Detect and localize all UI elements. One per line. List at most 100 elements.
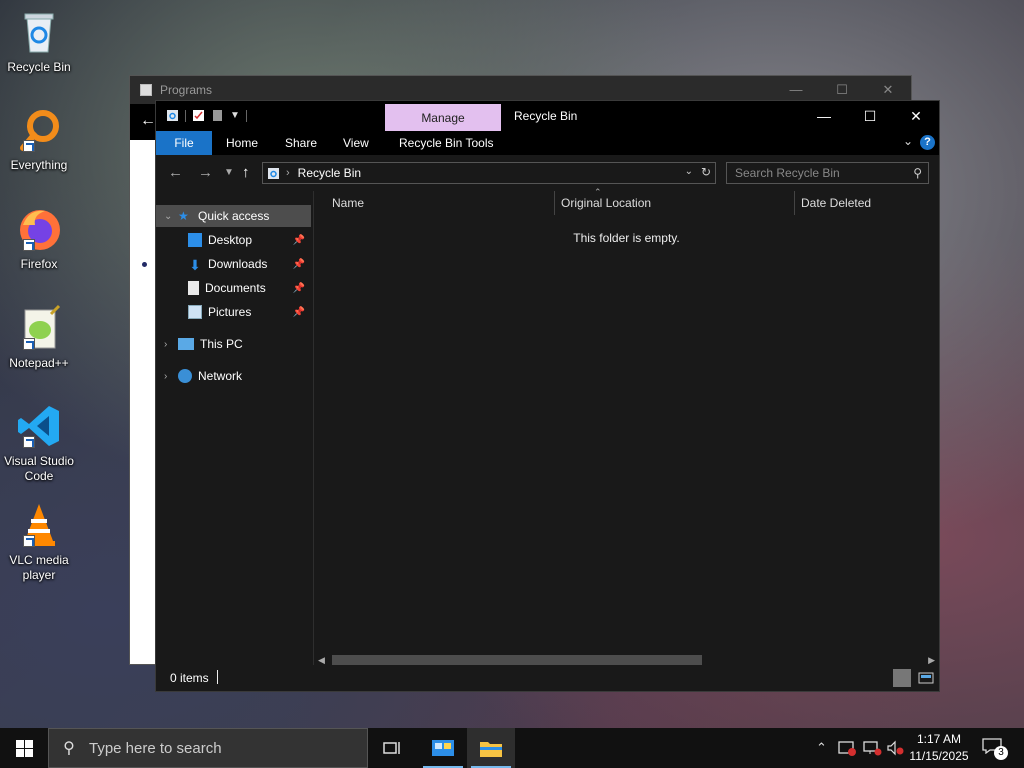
back-arrow-icon[interactable]: ←: [140, 112, 156, 130]
network-status-icon[interactable]: [862, 728, 882, 768]
quick-access-toolbar: ▼: [166, 109, 247, 122]
breadcrumb-recycle-bin[interactable]: Recycle Bin: [298, 166, 361, 180]
back-button[interactable]: ←: [168, 164, 183, 181]
breadcrumb-chevron-icon[interactable]: ›: [286, 167, 290, 179]
bullet-dot: [142, 262, 147, 267]
start-button[interactable]: [0, 728, 48, 768]
show-hidden-icons-button[interactable]: ⌃: [816, 728, 827, 768]
properties-icon[interactable]: [192, 109, 205, 122]
recycle-bin-icon: [15, 8, 63, 56]
empty-folder-message: This folder is empty.: [573, 231, 680, 245]
large-icons-view-icon[interactable]: [917, 669, 935, 687]
pin-icon[interactable]: 📌: [293, 259, 305, 270]
recycle-bin-small-icon: [268, 167, 279, 179]
recycle-bin-window[interactable]: ▼ Manage Recycle Bin — ☐ ✕ File Home Sha…: [155, 100, 940, 692]
column-separator[interactable]: [794, 191, 795, 215]
clock-time: 1:17 AM: [916, 732, 962, 746]
chevron-down-icon[interactable]: ⌄: [903, 134, 913, 148]
network-icon: [178, 369, 192, 383]
desktop-icon-recycle-bin[interactable]: Recycle Bin: [4, 8, 74, 75]
chevron-right-icon[interactable]: ›: [164, 371, 178, 382]
search-input[interactable]: Search Recycle Bin ⚲: [726, 162, 929, 184]
taskbar-app-file-explorer[interactable]: [467, 728, 515, 768]
address-dropdown-icon[interactable]: ⌄: [685, 166, 693, 177]
pin-icon[interactable]: 📌: [293, 307, 305, 318]
tab-home[interactable]: Home: [226, 131, 258, 155]
vlc-icon: [15, 501, 63, 549]
tab-view[interactable]: View: [343, 131, 369, 155]
security-icon[interactable]: [838, 728, 856, 768]
task-view-button[interactable]: [368, 728, 416, 768]
file-explorer-icon: [480, 742, 502, 757]
nav-item-label: Quick access: [198, 209, 270, 223]
nav-item-label: Network: [198, 369, 243, 383]
customize-toolbar-icon[interactable]: ▼: [230, 110, 240, 121]
tab-file[interactable]: File: [156, 131, 212, 155]
programs-close-button[interactable]: ✕: [865, 82, 911, 98]
pin-icon[interactable]: 📌: [293, 283, 305, 294]
nav-item-this-pc[interactable]: › This PC: [164, 333, 311, 355]
maximize-button[interactable]: ☐: [847, 101, 893, 131]
column-header-name[interactable]: Name: [332, 191, 364, 215]
notification-count-badge: 3: [994, 746, 1008, 760]
file-list[interactable]: ⌃ Name Original Location Date Deleted Th…: [314, 187, 939, 665]
manage-tab[interactable]: Manage: [385, 104, 501, 132]
column-separator[interactable]: [554, 191, 555, 215]
nav-item-pictures[interactable]: Pictures 📌: [188, 301, 311, 323]
taskbar-app-control-panel[interactable]: [419, 728, 467, 768]
details-view-icon[interactable]: [893, 669, 911, 687]
clock-date: 11/15/2025: [909, 749, 969, 763]
document-icon: [188, 281, 199, 295]
recent-locations-button[interactable]: ▼: [224, 167, 234, 178]
programs-minimize-button[interactable]: —: [773, 82, 819, 98]
system-clock[interactable]: 1:17 AM 11/15/2025: [908, 731, 970, 765]
forward-button[interactable]: →: [198, 164, 213, 181]
refresh-icon[interactable]: ↻: [701, 165, 711, 179]
nav-item-network[interactable]: › Network: [164, 365, 311, 387]
shortcut-arrow-icon: [23, 140, 35, 152]
column-header-original-location[interactable]: Original Location: [561, 191, 651, 215]
item-count: 0 items: [170, 671, 209, 685]
chevron-down-icon[interactable]: ⌄: [164, 211, 178, 222]
desktop-icon-vlc[interactable]: VLC media player: [4, 501, 74, 583]
minimize-button[interactable]: —: [801, 101, 847, 131]
pin-icon[interactable]: 📌: [293, 235, 305, 246]
new-folder-icon[interactable]: [211, 109, 224, 122]
nav-item-quick-access[interactable]: ⌄ ★ Quick access: [156, 205, 311, 227]
address-field[interactable]: › Recycle Bin ⌄ ↻: [262, 162, 716, 184]
desktop-icon-everything[interactable]: Everything: [4, 106, 74, 173]
notepadpp-icon: [15, 304, 63, 352]
nav-item-label: Documents: [205, 281, 266, 295]
volume-muted-icon[interactable]: [886, 728, 904, 768]
shortcut-arrow-icon: [23, 338, 35, 350]
programs-maximize-button[interactable]: ☐: [819, 82, 865, 98]
up-button[interactable]: ↑: [242, 164, 250, 181]
chevron-right-icon[interactable]: ›: [164, 339, 178, 350]
search-icon: ⚲: [63, 740, 75, 757]
tab-share[interactable]: Share: [285, 131, 317, 155]
control-panel-icon: [432, 740, 454, 756]
search-placeholder: Search Recycle Bin: [735, 166, 840, 180]
nav-item-documents[interactable]: Documents 📌: [188, 277, 311, 299]
window-titlebar[interactable]: ▼ Manage Recycle Bin — ☐ ✕: [156, 101, 939, 132]
taskbar-search-box[interactable]: ⚲ Type here to search: [48, 728, 368, 768]
nav-item-downloads[interactable]: ⬇ Downloads 📌: [188, 253, 311, 275]
notification-center-button[interactable]: 3: [982, 738, 1008, 760]
recycle-bin-small-icon[interactable]: [166, 109, 179, 122]
tab-recycle-bin-tools[interactable]: Recycle Bin Tools: [399, 131, 494, 155]
desktop-icon-notepadpp[interactable]: Notepad++: [4, 304, 74, 371]
desktop-icon-vscode[interactable]: Visual Studio Code: [4, 402, 74, 484]
help-icon[interactable]: ?: [920, 135, 935, 150]
taskbar: ⚲ Type here to search ⌃ 1:17 AM 11/15/20…: [0, 728, 1024, 768]
nav-item-label: This PC: [200, 337, 243, 351]
close-button[interactable]: ✕: [893, 101, 939, 131]
desktop-icon-firefox[interactable]: Firefox: [4, 205, 74, 272]
desktop-folder-icon: [188, 233, 202, 247]
column-header-date-deleted[interactable]: Date Deleted: [801, 191, 871, 215]
nav-item-desktop[interactable]: Desktop 📌: [188, 229, 311, 251]
desktop-icon-label: Notepad++: [9, 356, 69, 370]
status-bar: 0 items: [156, 665, 939, 691]
download-arrow-icon: ⬇: [189, 257, 201, 273]
pictures-icon: [188, 305, 202, 319]
everything-icon: [15, 106, 63, 154]
